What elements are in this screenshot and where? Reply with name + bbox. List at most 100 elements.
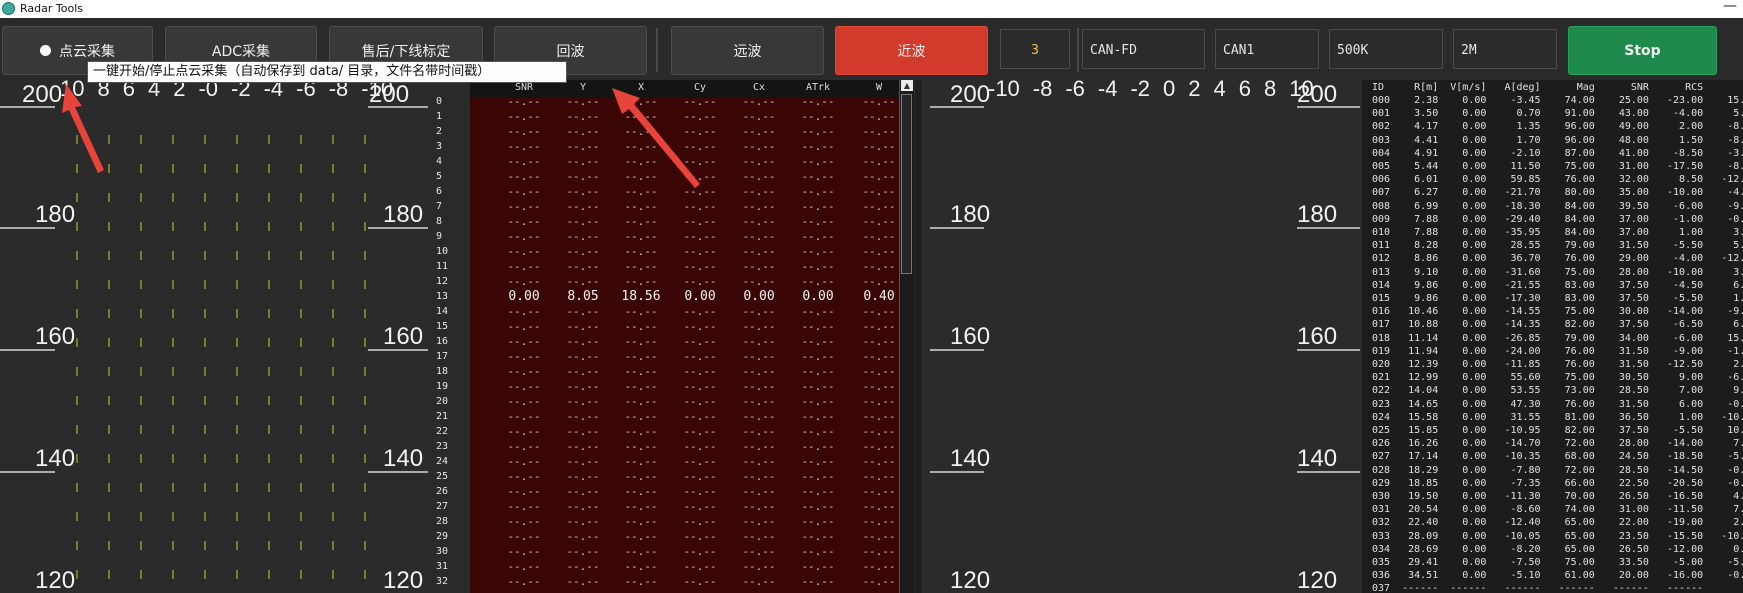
table-cell: --.-- bbox=[566, 560, 600, 573]
table-cell: --.-- bbox=[566, 230, 600, 243]
point-list-row: 015 9.86 0.00 -17.30 83.00 37.50 -5.50 1… bbox=[1372, 293, 1743, 304]
nominal-baud-select[interactable]: 500K bbox=[1329, 29, 1443, 69]
table-cell: --.-- bbox=[742, 470, 776, 483]
x-tick: 8 bbox=[1264, 80, 1277, 101]
point-cloud-capture-label: 点云采集 bbox=[59, 43, 115, 60]
point-list-row: 033 28.09 0.00 -10.05 65.00 23.50 -15.50… bbox=[1372, 530, 1743, 542]
table-cell: --.-- bbox=[566, 515, 600, 528]
table-cell: --.-- bbox=[683, 500, 717, 513]
table-cell: --.-- bbox=[801, 515, 835, 528]
table-cell: --.-- bbox=[742, 320, 776, 333]
table-cell: --.-- bbox=[566, 410, 600, 423]
y-tick: 120 bbox=[950, 567, 991, 593]
point-list[interactable]: ID R[m] V[m/s] A[deg] Mag SNR RCS HA 000 … bbox=[1362, 80, 1743, 593]
table-cell: 0.00 bbox=[802, 289, 834, 304]
table-cell: --.-- bbox=[507, 545, 541, 558]
table-cell: --.-- bbox=[507, 575, 541, 588]
table-cell: --.-- bbox=[507, 530, 541, 543]
y-tick: 200 bbox=[950, 81, 991, 108]
table-cell: --.-- bbox=[801, 425, 835, 438]
table-cell: --.-- bbox=[801, 260, 835, 273]
y-tick: 200 bbox=[1297, 81, 1338, 108]
table-cell: --.-- bbox=[742, 275, 776, 288]
table-cell: --.-- bbox=[624, 245, 658, 258]
table-cell: --.-- bbox=[801, 125, 835, 138]
point-list-row: 023 14.65 0.00 47.30 76.00 31.50 6.00 -0… bbox=[1372, 398, 1743, 410]
table-cell: --.-- bbox=[683, 530, 717, 543]
point-list-row: 028 18.29 0.00 -7.80 72.00 28.50 -14.50 … bbox=[1372, 464, 1743, 476]
table-cell: --.-- bbox=[742, 95, 776, 108]
point-list-row: 004 4.91 0.00 -2.10 87.00 41.00 -8.50 -3… bbox=[1372, 147, 1743, 159]
table-cell: --.-- bbox=[801, 305, 835, 318]
annotation-arrow-icon bbox=[62, 84, 104, 173]
table-cell: --.-- bbox=[507, 515, 541, 528]
minimize-icon[interactable]: — bbox=[1723, 0, 1737, 14]
can-port-select[interactable]: CAN1 bbox=[1215, 29, 1319, 69]
table-cell: --.-- bbox=[566, 530, 600, 543]
table-column-header[interactable]: SNR bbox=[502, 82, 546, 93]
table-cell: --.-- bbox=[742, 485, 776, 498]
table-cell: --.-- bbox=[801, 320, 835, 333]
scroll-thumb[interactable] bbox=[901, 94, 912, 274]
channel-field[interactable]: 3 bbox=[1000, 29, 1070, 69]
table-cell: --.-- bbox=[801, 155, 835, 168]
table-row-number: 23 bbox=[436, 441, 449, 452]
table-cell: --.-- bbox=[507, 380, 541, 393]
table-cell: --.-- bbox=[566, 155, 600, 168]
scroll-up-arrow-icon[interactable]: ▲ bbox=[901, 80, 913, 91]
table-cell: --.-- bbox=[566, 245, 600, 258]
far-wave-button[interactable]: 远波 bbox=[671, 26, 824, 75]
table-cell: --.-- bbox=[507, 440, 541, 453]
table-cell: --.-- bbox=[624, 230, 658, 243]
table-cell: --.-- bbox=[742, 365, 776, 378]
point-list-row: 001 3.50 0.00 0.70 91.00 43.00 -4.00 5.4… bbox=[1372, 108, 1743, 120]
point-list-row: 009 7.88 0.00 -29.40 84.00 37.00 -1.00 -… bbox=[1372, 213, 1743, 225]
table-cell: --.-- bbox=[566, 575, 600, 588]
x-tick: 2 bbox=[173, 80, 186, 101]
table-cell: --.-- bbox=[742, 140, 776, 153]
table-cell: --.-- bbox=[801, 395, 835, 408]
table-cell: --.-- bbox=[507, 485, 541, 498]
point-list-row: 031 20.54 0.00 -8.60 74.00 31.00 -11.50 … bbox=[1372, 504, 1743, 516]
table-column-header[interactable]: Cx bbox=[737, 82, 781, 93]
table-cell: --.-- bbox=[566, 440, 600, 453]
window-title: Radar Tools bbox=[20, 2, 83, 15]
near-wave-button[interactable]: 近波 bbox=[835, 26, 988, 75]
point-list-row: 027 17.14 0.00 -10.35 68.00 24.50 -18.50… bbox=[1372, 451, 1743, 463]
table-cell: --.-- bbox=[566, 320, 600, 333]
table-cell: --.-- bbox=[624, 275, 658, 288]
table-cell: 18.56 bbox=[621, 289, 661, 304]
right-radar-plot[interactable]: -10 -8 -6 -4 -2 0 2 4 6 8 10 200 180 160 140 120 2… bbox=[922, 80, 1362, 593]
can-mode-select[interactable]: CAN-FD bbox=[1082, 29, 1205, 69]
y-tick: 120 bbox=[1297, 567, 1338, 593]
table-cell: 8.05 bbox=[567, 289, 599, 304]
y-tick: 200 bbox=[22, 81, 63, 108]
table-cell: --.-- bbox=[624, 335, 658, 348]
point-list-row: 018 11.14 0.00 -26.85 79.00 34.00 -6.00 … bbox=[1372, 332, 1743, 344]
table-cell: --.-- bbox=[742, 170, 776, 183]
table-cell: --.-- bbox=[624, 545, 658, 558]
data-baud-select[interactable]: 2M bbox=[1453, 29, 1557, 69]
table-column-header[interactable]: W bbox=[857, 82, 901, 93]
table-cell: --.-- bbox=[624, 455, 658, 468]
table-column-header[interactable]: ATrk bbox=[796, 82, 840, 93]
table-cell: --.-- bbox=[507, 125, 541, 138]
table-cell: --.-- bbox=[566, 425, 600, 438]
y-tick: 120 bbox=[383, 567, 424, 593]
stop-button[interactable]: Stop bbox=[1568, 26, 1717, 75]
table-cell: --.-- bbox=[742, 515, 776, 528]
table-row-number: 2 bbox=[436, 126, 443, 137]
table-cell: --.-- bbox=[742, 185, 776, 198]
table-cell: --.-- bbox=[566, 395, 600, 408]
target-table-scrollbar[interactable]: ▲ bbox=[899, 80, 914, 593]
capture-tooltip: 一键开始/停止点云采集（自动保存到 data/ 目录，文件名带时间戳） bbox=[87, 61, 567, 83]
table-cell: --.-- bbox=[507, 470, 541, 483]
table-cell: --.-- bbox=[801, 245, 835, 258]
table-cell: --.-- bbox=[801, 215, 835, 228]
point-list-row: 032 22.40 0.00 -12.40 65.00 22.00 -19.00… bbox=[1372, 517, 1743, 529]
table-row-number: 16 bbox=[436, 336, 449, 347]
table-cell: --.-- bbox=[566, 455, 600, 468]
table-cell: --.-- bbox=[624, 395, 658, 408]
y-tick: 180 bbox=[950, 201, 991, 228]
table-column-header[interactable]: Y bbox=[561, 82, 605, 93]
